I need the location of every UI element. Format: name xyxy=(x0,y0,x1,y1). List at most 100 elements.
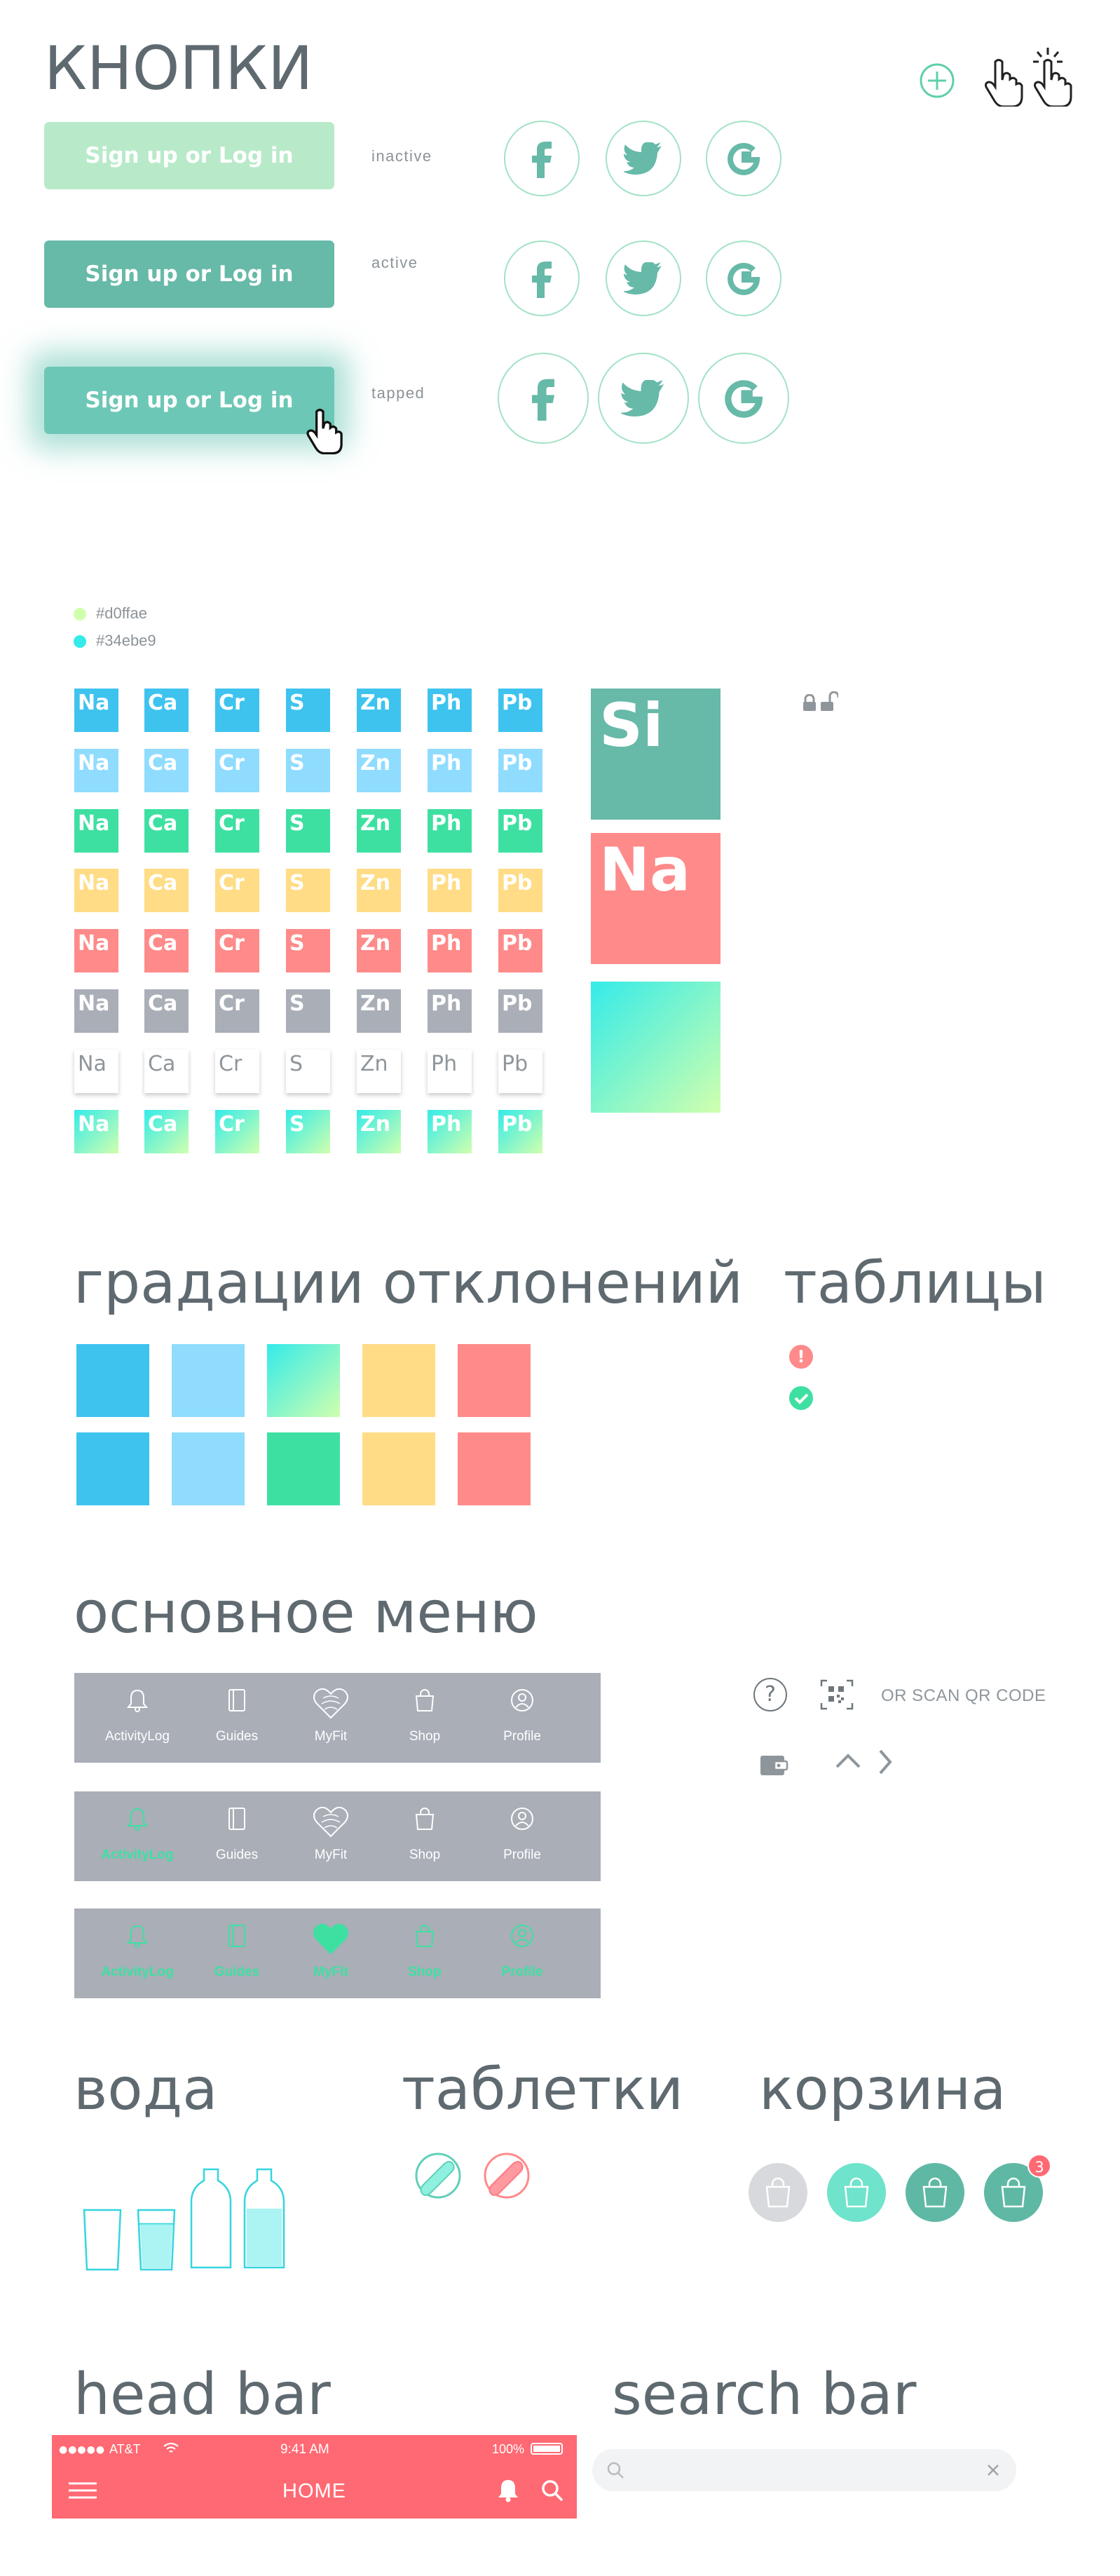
wallet-icon[interactable] xyxy=(759,1751,788,1781)
button-label: Sign up or Log in xyxy=(85,388,294,413)
google-icon[interactable] xyxy=(706,240,781,316)
element-tile: Zn xyxy=(357,869,401,912)
plus-circle-icon[interactable] xyxy=(918,62,956,100)
tab-guides[interactable]: Guides xyxy=(188,1791,286,1881)
element-tile: Na xyxy=(74,1110,118,1153)
gradations-title: градации отклонений xyxy=(74,1250,744,1317)
lock-open-icon[interactable] xyxy=(820,691,840,715)
swatch-yellow xyxy=(362,1432,435,1505)
scan-qr-text[interactable]: OR SCAN QR CODE xyxy=(881,1686,1046,1706)
tab-label: Shop xyxy=(408,1965,442,1979)
sign-up-button-tapped[interactable]: Sign up or Log in xyxy=(44,367,334,434)
element-tile: Ca xyxy=(144,809,189,853)
element-tile: Ca xyxy=(144,1110,189,1153)
clear-icon[interactable] xyxy=(985,2462,1002,2481)
element-tile: Ca xyxy=(144,869,189,912)
tab-shop[interactable]: Shop xyxy=(376,1791,474,1881)
cart-badge: 3 xyxy=(1027,2154,1051,2178)
sign-up-button-active[interactable]: Sign up or Log in xyxy=(44,240,334,308)
element-tile: Cr xyxy=(215,869,259,912)
pills-title: таблетки xyxy=(402,2056,684,2123)
shop-icon xyxy=(414,1807,435,1833)
button-label: Sign up or Log in xyxy=(85,262,294,287)
element-tile: Na xyxy=(74,749,118,792)
qr-code-icon[interactable] xyxy=(820,1679,854,1713)
twitter-icon[interactable] xyxy=(598,353,689,444)
twitter-icon[interactable] xyxy=(606,121,681,196)
bell-icon[interactable] xyxy=(498,2479,519,2505)
element-tile: Zn xyxy=(357,749,401,792)
myfit-icon xyxy=(313,1806,348,1841)
big-element-tile: Si xyxy=(591,689,721,820)
element-tile: Ph xyxy=(428,1050,472,1093)
tab-myfit[interactable]: MyFit xyxy=(282,1791,380,1881)
buttons-section-title: КНОПКИ xyxy=(44,34,313,104)
search-bar[interactable] xyxy=(592,2449,1016,2491)
cart-icon-active[interactable] xyxy=(906,2163,964,2222)
tab-profile[interactable]: Profile xyxy=(473,1791,571,1881)
cursor-hand-icon xyxy=(303,405,343,455)
help-icon[interactable]: ? xyxy=(753,1678,787,1711)
tab-myfit[interactable]: MyFit xyxy=(282,1673,380,1763)
wifi-icon xyxy=(163,2442,179,2458)
activity-log-icon xyxy=(126,1688,149,1715)
element-tile: Cr xyxy=(215,989,259,1033)
element-tile: Na xyxy=(74,929,118,972)
element-tile: Ca xyxy=(144,689,189,732)
element-tile: Ph xyxy=(428,989,472,1033)
element-tile: Ph xyxy=(428,929,472,972)
element-tile: S xyxy=(286,749,330,792)
tab-activitylog[interactable]: ActivityLog xyxy=(88,1909,186,1998)
tab-myfit[interactable]: MyFit xyxy=(282,1909,380,1998)
tab-profile[interactable]: Profile xyxy=(473,1673,571,1763)
button-label: Sign up or Log in xyxy=(85,143,294,168)
twitter-icon[interactable] xyxy=(606,240,681,316)
facebook-icon[interactable] xyxy=(504,240,580,316)
element-tile: Na xyxy=(74,809,118,853)
tab-activitylog[interactable]: ActivityLog xyxy=(88,1673,186,1763)
signal-dots: ●●●●● xyxy=(59,2444,106,2455)
tab-guides[interactable]: Guides xyxy=(188,1909,286,1998)
swatch-blue xyxy=(76,1344,149,1417)
google-icon[interactable] xyxy=(698,353,789,444)
element-tile: Cr xyxy=(215,689,259,732)
tab-shop[interactable]: Shop xyxy=(376,1909,474,1998)
water-glasses-icon[interactable] xyxy=(81,2167,305,2275)
swatch-mint xyxy=(267,1432,340,1505)
state-label-active: active xyxy=(371,254,418,271)
element-tile: Ph xyxy=(428,869,472,912)
element-tile: S xyxy=(286,1050,330,1093)
tab-guides[interactable]: Guides xyxy=(188,1673,286,1763)
big-gradient-tile xyxy=(591,982,721,1113)
element-tile: S xyxy=(286,1110,330,1153)
pointer-hand-icon xyxy=(981,56,1023,108)
tab-shop[interactable]: Shop xyxy=(376,1673,474,1763)
swatch-coral xyxy=(458,1344,531,1417)
cart-icon-inactive[interactable] xyxy=(749,2163,807,2222)
chevron-right-icon[interactable] xyxy=(875,1748,896,1779)
element-tile: Na xyxy=(74,689,118,732)
lock-closed-icon[interactable] xyxy=(801,693,818,715)
element-tile: S xyxy=(286,869,330,912)
activity-log-icon xyxy=(126,1924,149,1951)
swatch-gradient xyxy=(267,1344,340,1417)
element-tile: Pb xyxy=(498,869,542,912)
tab-activitylog[interactable]: ActivityLog xyxy=(88,1791,186,1881)
carrier-label: AT&T xyxy=(109,2442,141,2456)
chevron-up-icon[interactable] xyxy=(834,1750,862,1774)
pill-icon-red[interactable] xyxy=(482,2151,531,2203)
search-icon[interactable] xyxy=(540,2479,564,2505)
pill-icon-green[interactable] xyxy=(414,2151,463,2203)
facebook-icon[interactable] xyxy=(498,353,589,444)
element-tile: Ph xyxy=(428,749,472,792)
google-icon[interactable] xyxy=(706,121,781,196)
myfit-icon xyxy=(313,1688,348,1722)
element-tile: Ph xyxy=(428,689,472,732)
state-label-inactive: inactive xyxy=(371,147,432,165)
sign-up-button-inactive[interactable]: Sign up or Log in xyxy=(44,122,334,189)
big-element-tile: Na xyxy=(591,833,721,964)
tab-profile[interactable]: Profile xyxy=(473,1909,571,1998)
facebook-icon[interactable] xyxy=(504,121,580,196)
guides-icon xyxy=(227,1807,247,1833)
cart-icon-light[interactable] xyxy=(827,2163,886,2222)
